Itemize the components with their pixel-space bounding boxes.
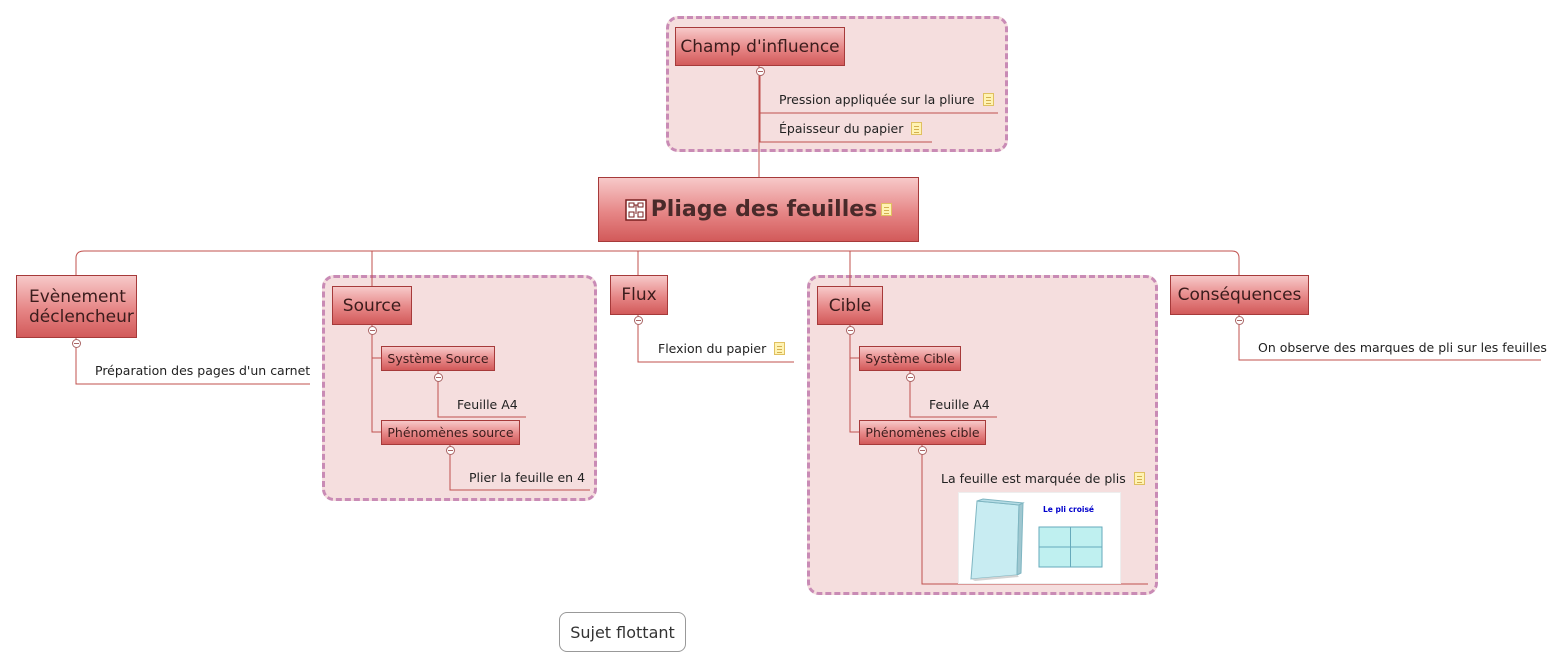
systeme-cible-leaf-label: Feuille A4 — [929, 397, 990, 412]
phenomenes-cible-leaf[interactable]: La feuille est marquée de plis — [941, 471, 1145, 486]
phenomenes-source-node[interactable]: Phénomènes source — [381, 420, 520, 445]
note-icon[interactable] — [911, 122, 923, 135]
phenomenes-source-label: Phénomènes source — [387, 425, 514, 440]
phenomenes-source-leaf[interactable]: Plier la feuille en 4 — [469, 470, 585, 485]
floating-topic[interactable]: Sujet flottant — [559, 612, 686, 652]
cible-node[interactable]: Cible — [817, 286, 883, 325]
consequences-leaf[interactable]: On observe des marques de pli sur les fe… — [1258, 340, 1547, 355]
influence-item-pression[interactable]: Pression appliquée sur la pliure — [779, 92, 994, 107]
collapse-toggle-icon[interactable] — [434, 373, 443, 382]
consequences-node[interactable]: Conséquences — [1170, 275, 1309, 315]
evenement-leaf-label: Préparation des pages d'un carnet — [95, 363, 311, 378]
phenomenes-cible-leaf-label: La feuille est marquée de plis — [941, 471, 1126, 486]
central-topic-label: Pliage des feuilles — [650, 197, 878, 222]
source-label: Source — [342, 295, 402, 316]
champ-influence-label: Champ d'influence — [680, 36, 840, 57]
collapse-toggle-icon[interactable] — [918, 446, 927, 455]
systeme-cible-node[interactable]: Système Cible — [859, 346, 961, 371]
champ-influence-node[interactable]: Champ d'influence — [675, 27, 845, 66]
image-caption: Le pli croisé — [1043, 505, 1095, 514]
evenement-node[interactable]: Evènement déclencheur — [16, 275, 137, 338]
mindmap-icon — [624, 198, 647, 221]
systeme-source-node[interactable]: Système Source — [381, 346, 495, 371]
source-node[interactable]: Source — [332, 286, 412, 325]
collapse-toggle-icon[interactable] — [756, 67, 765, 76]
systeme-cible-leaf[interactable]: Feuille A4 — [929, 397, 990, 412]
cible-label: Cible — [828, 295, 872, 316]
systeme-source-label: Système Source — [387, 351, 489, 366]
consequences-leaf-label: On observe des marques de pli sur les fe… — [1258, 340, 1547, 355]
floating-topic-label: Sujet flottant — [570, 622, 675, 642]
note-icon[interactable] — [982, 93, 994, 106]
collapse-toggle-icon[interactable] — [368, 326, 377, 335]
systeme-source-leaf[interactable]: Feuille A4 — [457, 397, 518, 412]
note-icon[interactable] — [881, 203, 893, 216]
systeme-source-leaf-label: Feuille A4 — [457, 397, 518, 412]
influence-item-label: Pression appliquée sur la pliure — [779, 92, 975, 107]
collapse-toggle-icon[interactable] — [634, 316, 643, 325]
central-topic-node[interactable]: Pliage des feuilles — [598, 177, 919, 242]
evenement-label: Evènement déclencheur — [29, 286, 134, 327]
phenomenes-source-leaf-label: Plier la feuille en 4 — [469, 470, 586, 485]
collapse-toggle-icon[interactable] — [846, 326, 855, 335]
influence-item-epaisseur[interactable]: Épaisseur du papier — [779, 121, 923, 136]
folded-paper-image: Le pli croisé — [958, 492, 1121, 584]
note-icon[interactable] — [1133, 472, 1145, 485]
collapse-toggle-icon[interactable] — [72, 339, 81, 348]
collapse-toggle-icon[interactable] — [1235, 316, 1244, 325]
folded-paper-illustration — [970, 498, 1103, 581]
flux-leaf-label: Flexion du papier — [658, 341, 767, 356]
collapse-toggle-icon[interactable] — [446, 446, 455, 455]
systeme-cible-label: Système Cible — [865, 351, 955, 366]
evenement-leaf[interactable]: Préparation des pages d'un carnet — [95, 363, 310, 378]
phenomenes-cible-node[interactable]: Phénomènes cible — [859, 420, 986, 445]
consequences-label: Conséquences — [1177, 285, 1302, 305]
collapse-toggle-icon[interactable] — [906, 373, 915, 382]
phenomenes-cible-label: Phénomènes cible — [865, 425, 980, 440]
flux-label: Flux — [621, 285, 657, 305]
influence-item-label: Épaisseur du papier — [779, 121, 904, 136]
flux-node[interactable]: Flux — [610, 275, 668, 315]
note-icon[interactable] — [774, 342, 786, 355]
flux-leaf[interactable]: Flexion du papier — [658, 341, 786, 356]
